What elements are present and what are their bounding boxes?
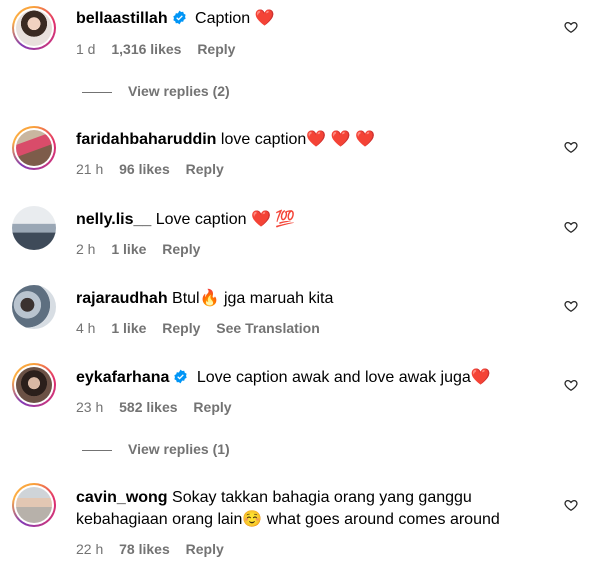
comment-text: Sokay takkan bahagia orang yang ganggu bbox=[167, 489, 472, 506]
heart-outline-icon[interactable] bbox=[564, 299, 578, 313]
view-replies-label: View replies (1) bbox=[128, 441, 230, 457]
likes-count[interactable]: 96 likes bbox=[119, 161, 170, 177]
comment-text: Caption bbox=[190, 10, 255, 27]
comment-text: Btul bbox=[167, 290, 200, 307]
heart-emoji: ❤️ bbox=[470, 369, 491, 386]
reply-button[interactable]: Reply bbox=[193, 399, 231, 415]
comment-text-continued: jga maruah kita bbox=[219, 290, 334, 307]
likes-count[interactable]: 1,316 likes bbox=[111, 41, 181, 57]
reply-button[interactable]: Reply bbox=[186, 161, 224, 177]
heart-emoji: ❤️ bbox=[254, 10, 275, 27]
timestamp[interactable]: 4 h bbox=[76, 320, 95, 336]
likes-count[interactable]: 1 like bbox=[111, 320, 146, 336]
replies-divider bbox=[82, 91, 112, 93]
username[interactable]: cavin_wong bbox=[76, 489, 168, 506]
reply-button[interactable]: Reply bbox=[162, 320, 200, 336]
comment-text-line-2: kebahagiaan orang lain☺️ what goes aroun… bbox=[76, 509, 530, 531]
replies-divider bbox=[82, 449, 112, 451]
heart-outline-icon[interactable] bbox=[564, 20, 578, 34]
timestamp[interactable]: 23 h bbox=[76, 399, 103, 415]
comment-text-line: cavin_wong Sokay takkan bahagia orang ya… bbox=[76, 487, 530, 509]
comment-text: love caption bbox=[216, 131, 307, 148]
comment-meta: 23 h 582 likes Reply bbox=[76, 398, 244, 416]
username[interactable]: rajaraudhah bbox=[76, 290, 168, 307]
likes-count[interactable]: 582 likes bbox=[119, 399, 177, 415]
comment-text-continued: what goes around comes around bbox=[262, 511, 500, 528]
avatar[interactable] bbox=[12, 363, 56, 407]
avatar[interactable] bbox=[12, 285, 56, 329]
username[interactable]: faridahbaharuddin bbox=[76, 131, 216, 148]
avatar[interactable] bbox=[12, 206, 56, 250]
avatar[interactable] bbox=[12, 6, 56, 50]
heart-outline-icon[interactable] bbox=[564, 378, 578, 392]
reply-button[interactable]: Reply bbox=[197, 41, 235, 57]
view-replies-button[interactable]: View replies (1) bbox=[82, 439, 230, 459]
timestamp[interactable]: 1 d bbox=[76, 41, 95, 57]
heart-emoji: ❤️ ❤️ ❤️ bbox=[306, 131, 375, 148]
view-replies-button[interactable]: View replies (2) bbox=[82, 81, 230, 101]
heart-outline-icon[interactable] bbox=[564, 140, 578, 154]
username[interactable]: nelly.lis__ bbox=[76, 211, 151, 228]
comment-text-line: nelly.lis__ Love caption ❤️ 💯 bbox=[76, 209, 530, 231]
see-translation-button[interactable]: See Translation bbox=[216, 320, 319, 336]
timestamp[interactable]: 22 h bbox=[76, 541, 103, 557]
comment-text-line: faridahbaharuddin love caption❤️ ❤️ ❤️ bbox=[76, 129, 530, 151]
reply-button[interactable]: Reply bbox=[162, 241, 200, 257]
avatar[interactable] bbox=[12, 126, 56, 170]
comment-text: Love caption awak and love awak juga bbox=[192, 369, 471, 386]
verified-badge-icon bbox=[172, 10, 186, 25]
smiling-emoji: ☺️ bbox=[242, 511, 263, 528]
comment-meta: 2 h 1 like Reply bbox=[76, 240, 212, 258]
username[interactable]: bellaastillah bbox=[76, 10, 168, 27]
likes-count[interactable]: 78 likes bbox=[119, 541, 170, 557]
likes-count[interactable]: 1 like bbox=[111, 241, 146, 257]
comment-text-wrapped: kebahagiaan orang lain bbox=[76, 511, 243, 528]
comment-meta: 1 d 1,316 likes Reply bbox=[76, 40, 247, 58]
comment-text-line: bellaastillah Caption ❤️ bbox=[76, 8, 530, 30]
comment-text-line: rajaraudhah Btul🔥 jga maruah kita bbox=[76, 288, 530, 310]
timestamp[interactable]: 21 h bbox=[76, 161, 103, 177]
comment-meta: 21 h 96 likes Reply bbox=[76, 160, 236, 178]
comment-meta: 22 h 78 likes Reply bbox=[76, 540, 236, 558]
reply-button[interactable]: Reply bbox=[186, 541, 224, 557]
username[interactable]: eykafarhana bbox=[76, 369, 169, 386]
comment-text: Love caption bbox=[151, 211, 251, 228]
heart-hundred-emoji: ❤️ 💯 bbox=[250, 211, 296, 228]
view-replies-label: View replies (2) bbox=[128, 83, 230, 99]
verified-badge-icon bbox=[174, 369, 188, 384]
fire-emoji: 🔥 bbox=[199, 290, 220, 307]
heart-outline-icon[interactable] bbox=[564, 220, 578, 234]
comment-text-line: eykafarhana Love caption awak and love a… bbox=[76, 367, 530, 389]
timestamp[interactable]: 2 h bbox=[76, 241, 95, 257]
heart-outline-icon[interactable] bbox=[564, 498, 578, 512]
comment-meta: 4 h 1 like Reply See Translation bbox=[76, 319, 332, 337]
avatar[interactable] bbox=[12, 483, 56, 527]
